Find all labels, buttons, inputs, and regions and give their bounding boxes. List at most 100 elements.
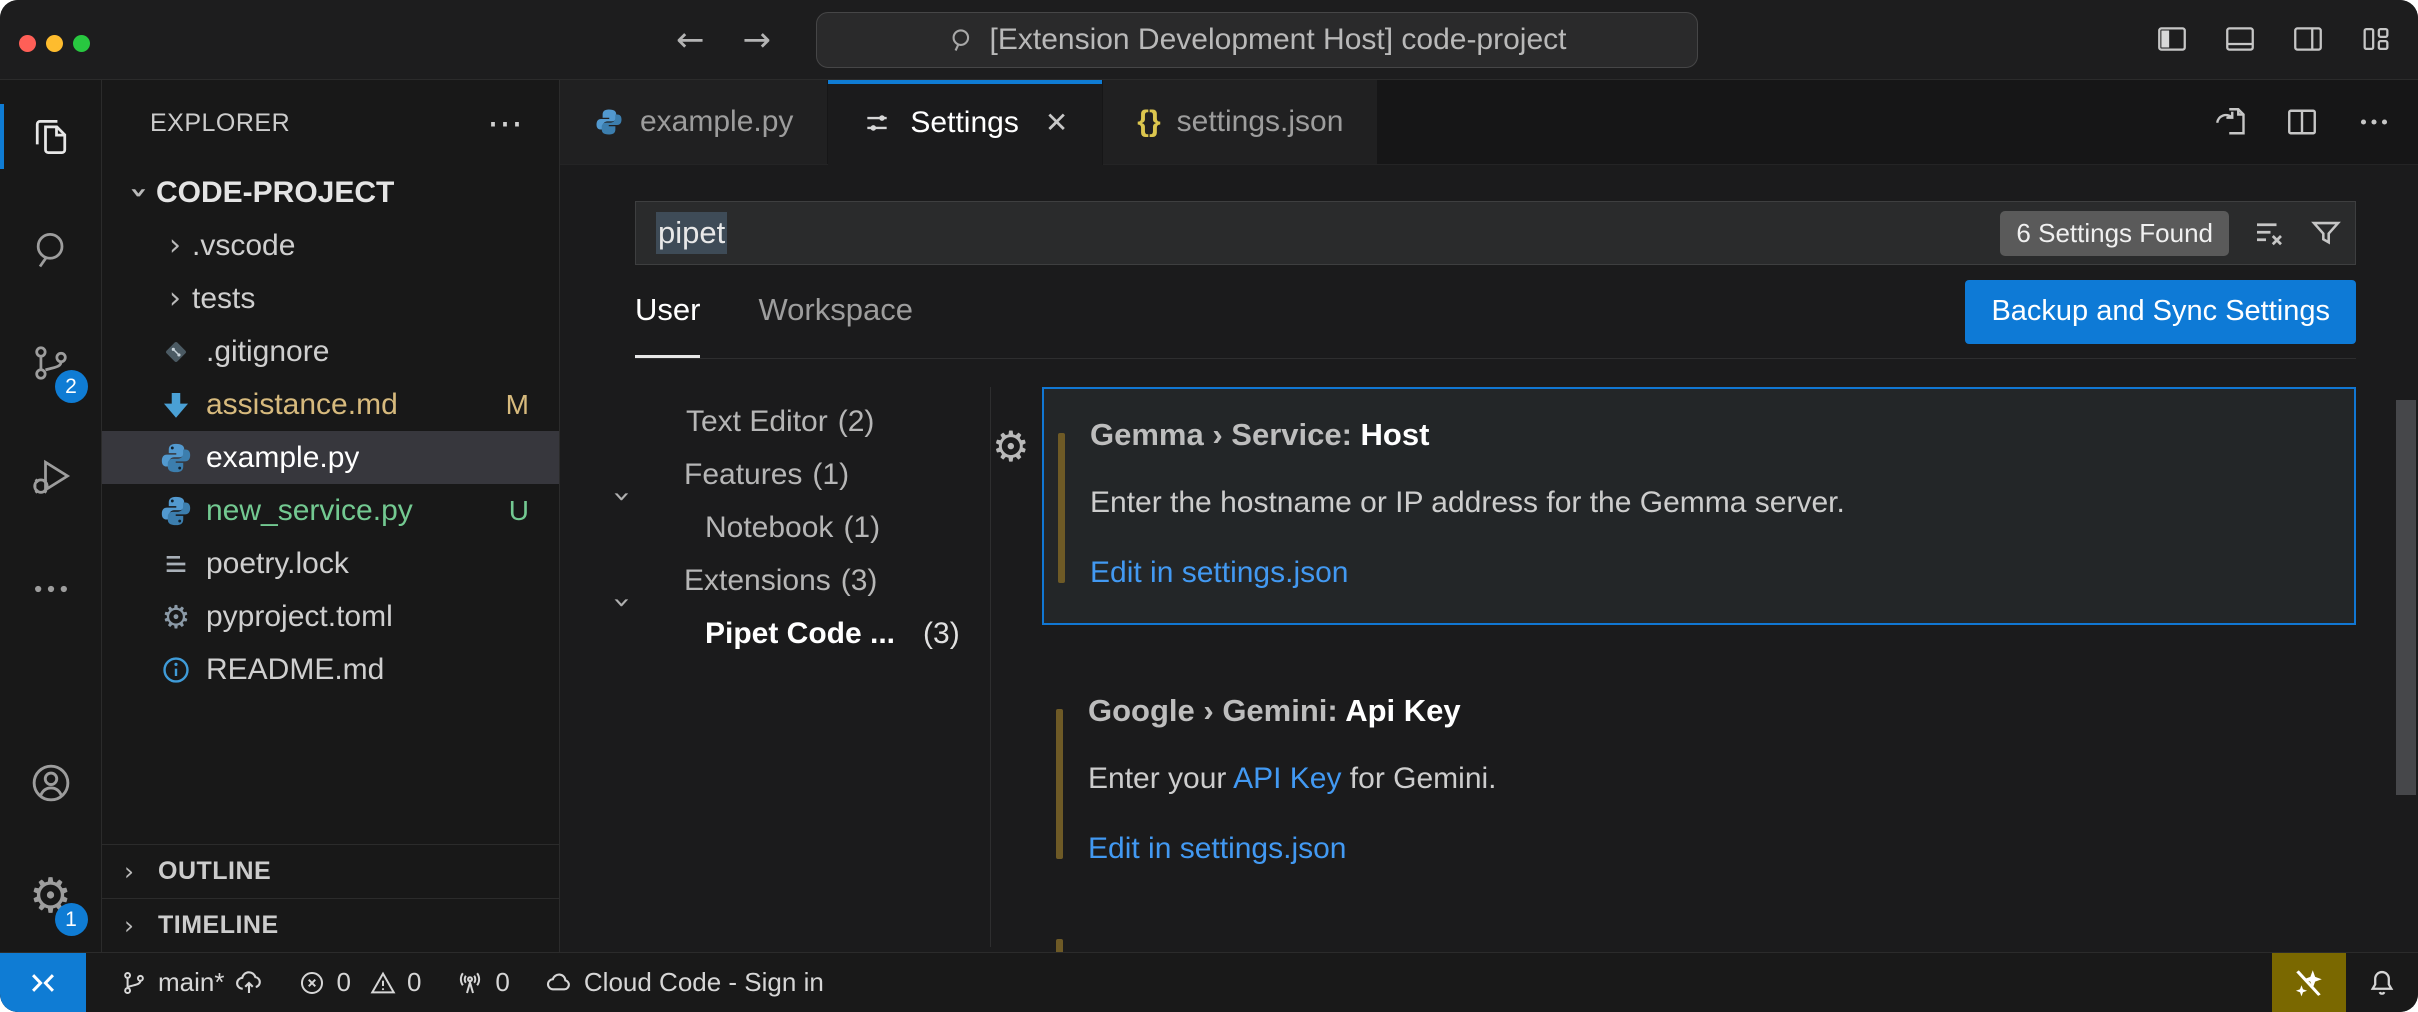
chevron-down-icon: › bbox=[605, 519, 640, 643]
activity-source-control[interactable]: 2 bbox=[0, 306, 102, 419]
toc-features[interactable]: › Features (1) bbox=[560, 448, 990, 501]
toc-separator bbox=[990, 387, 991, 947]
tree-item-vscode[interactable]: › .vscode bbox=[102, 219, 559, 272]
git-file-icon bbox=[160, 336, 192, 368]
activity-settings[interactable]: ⚙ 1 bbox=[0, 839, 102, 952]
activity-more-views[interactable] bbox=[0, 532, 102, 645]
scope-tab-workspace[interactable]: Workspace bbox=[758, 265, 913, 358]
filter-icon[interactable] bbox=[2309, 216, 2343, 250]
modified-indicator-bar bbox=[1056, 939, 1063, 952]
setting-google-gemini-text-model[interactable]: Google › Gemini: Text Model bbox=[1042, 927, 2356, 952]
account-icon bbox=[28, 760, 74, 806]
activity-bar: 2 ⚙ bbox=[0, 80, 102, 952]
toc-extensions[interactable]: › Extensions (3) bbox=[560, 554, 990, 607]
python-file-icon bbox=[594, 107, 624, 137]
remote-brackets-icon bbox=[26, 966, 60, 1000]
zoom-window-button[interactable] bbox=[73, 35, 90, 52]
backup-sync-settings-button[interactable]: Backup and Sync Settings bbox=[1965, 280, 2356, 344]
setting-gemma-service-host[interactable]: Gemma › Service: Host Enter the hostname… bbox=[1042, 387, 2356, 625]
edit-in-settings-json-link[interactable]: Edit in settings.json bbox=[1088, 829, 2316, 869]
settings-sliders-icon bbox=[862, 107, 894, 139]
tree-item-new-service-py[interactable]: new_service.py U bbox=[102, 484, 559, 537]
open-changes-icon[interactable] bbox=[2212, 104, 2248, 140]
tree-item-assistance-md[interactable]: assistance.md M bbox=[102, 378, 559, 431]
git-branch-icon bbox=[120, 969, 148, 997]
chevron-right-icon: › bbox=[158, 228, 192, 263]
activity-explorer[interactable] bbox=[0, 80, 102, 193]
ports-status-item[interactable]: 0 bbox=[455, 967, 509, 998]
settings-toc: Text Editor (2) › Features (1) Notebook … bbox=[560, 387, 990, 947]
bell-icon bbox=[2366, 967, 2398, 999]
activity-search[interactable] bbox=[0, 193, 102, 306]
tree-item-example-py[interactable]: example.py bbox=[102, 431, 559, 484]
tab-settings-json[interactable]: {} settings.json bbox=[1103, 80, 1378, 164]
publish-changes-icon bbox=[234, 968, 264, 998]
toggle-primary-sidebar-icon[interactable] bbox=[2154, 22, 2190, 56]
window-title: [Extension Development Host] code-projec… bbox=[990, 23, 1567, 57]
chevron-down-icon: › bbox=[122, 176, 157, 210]
results-count-badge: 6 Settings Found bbox=[2000, 211, 2229, 256]
clear-search-icon[interactable] bbox=[2251, 215, 2287, 251]
more-actions-icon[interactable] bbox=[2356, 104, 2392, 140]
git-status-badge: U bbox=[509, 495, 529, 527]
split-editor-icon[interactable] bbox=[2284, 104, 2320, 140]
search-icon bbox=[29, 228, 73, 272]
tree-item-pyproject-toml[interactable]: ⚙ pyproject.toml bbox=[102, 590, 559, 643]
python-file-icon bbox=[159, 441, 193, 475]
remote-indicator[interactable] bbox=[0, 953, 86, 1012]
timeline-section-header[interactable]: › TIMELINE bbox=[102, 898, 559, 952]
toggle-panel-icon[interactable] bbox=[2222, 22, 2258, 56]
search-query-text: pipet bbox=[656, 212, 727, 254]
cloud-icon bbox=[544, 968, 574, 998]
vscode-window: ← → [Extension Development Host] code-pr… bbox=[0, 0, 2418, 1012]
lock-file-icon bbox=[160, 548, 192, 580]
chevron-right-icon: › bbox=[124, 857, 158, 886]
edit-in-settings-json-link[interactable]: Edit in settings.json bbox=[1090, 553, 2314, 593]
navigate-forward-icon[interactable]: → bbox=[743, 20, 772, 60]
minimize-window-button[interactable] bbox=[46, 35, 63, 52]
settings-search-input[interactable]: pipet 6 Settings Found bbox=[635, 201, 2356, 265]
tree-item-tests[interactable]: › tests bbox=[102, 272, 559, 325]
run-debug-icon bbox=[29, 454, 73, 498]
setting-google-gemini-api-key[interactable]: Google › Gemini: Api Key Enter your API … bbox=[1042, 665, 2356, 899]
activity-account[interactable] bbox=[0, 726, 102, 839]
markdown-file-icon bbox=[159, 388, 193, 422]
explorer-title: EXPLORER bbox=[150, 109, 290, 138]
warning-icon bbox=[369, 969, 397, 997]
tab-bar: example.py Settings ✕ {} settings.json bbox=[560, 80, 2418, 165]
tab-example-py[interactable]: example.py bbox=[560, 80, 828, 164]
outline-section-header[interactable]: › OUTLINE bbox=[102, 844, 559, 898]
search-icon bbox=[948, 26, 976, 54]
command-center-search[interactable]: [Extension Development Host] code-projec… bbox=[816, 12, 1698, 68]
api-key-link[interactable]: API Key bbox=[1233, 762, 1341, 795]
spark-slash-icon bbox=[2291, 965, 2327, 1001]
branch-status-item[interactable]: main* bbox=[120, 967, 264, 998]
scope-tab-user[interactable]: User bbox=[635, 265, 700, 358]
tab-settings[interactable]: Settings ✕ bbox=[828, 80, 1103, 165]
modified-indicator-bar bbox=[1056, 709, 1063, 859]
setting-gear-icon[interactable]: ⚙ bbox=[992, 422, 1030, 471]
explorer-more-actions-icon[interactable]: ⋯ bbox=[487, 116, 525, 130]
ellipsis-icon bbox=[29, 567, 73, 611]
tree-root-code-project[interactable]: › CODE-PROJECT bbox=[102, 166, 559, 219]
customize-layout-icon[interactable] bbox=[2358, 22, 2394, 56]
code-assist-status-item[interactable] bbox=[2272, 953, 2346, 1012]
tree-item-readme-md[interactable]: README.md bbox=[102, 643, 559, 696]
close-tab-icon[interactable]: ✕ bbox=[1045, 106, 1068, 139]
status-bar: main* 0 0 0 bbox=[0, 952, 2418, 1012]
notifications-item[interactable] bbox=[2346, 953, 2418, 1012]
close-window-button[interactable] bbox=[19, 35, 36, 52]
tree-item-poetry-lock[interactable]: poetry.lock bbox=[102, 537, 559, 590]
toggle-secondary-sidebar-icon[interactable] bbox=[2290, 22, 2326, 56]
problems-status-item[interactable]: 0 0 bbox=[298, 967, 421, 998]
files-icon bbox=[29, 115, 73, 159]
explorer-sidebar: EXPLORER ⋯ › CODE-PROJECT › .vscode › te… bbox=[102, 80, 560, 952]
modified-indicator-bar bbox=[1058, 433, 1065, 583]
tree-item-gitignore[interactable]: .gitignore bbox=[102, 325, 559, 378]
cloud-code-status-item[interactable]: Cloud Code - Sign in bbox=[544, 967, 824, 998]
settings-scrollbar[interactable] bbox=[2396, 400, 2416, 795]
navigate-back-icon[interactable]: ← bbox=[676, 20, 705, 60]
source-control-badge: 2 bbox=[55, 370, 88, 403]
error-icon bbox=[298, 969, 326, 997]
activity-run-debug[interactable] bbox=[0, 419, 102, 532]
